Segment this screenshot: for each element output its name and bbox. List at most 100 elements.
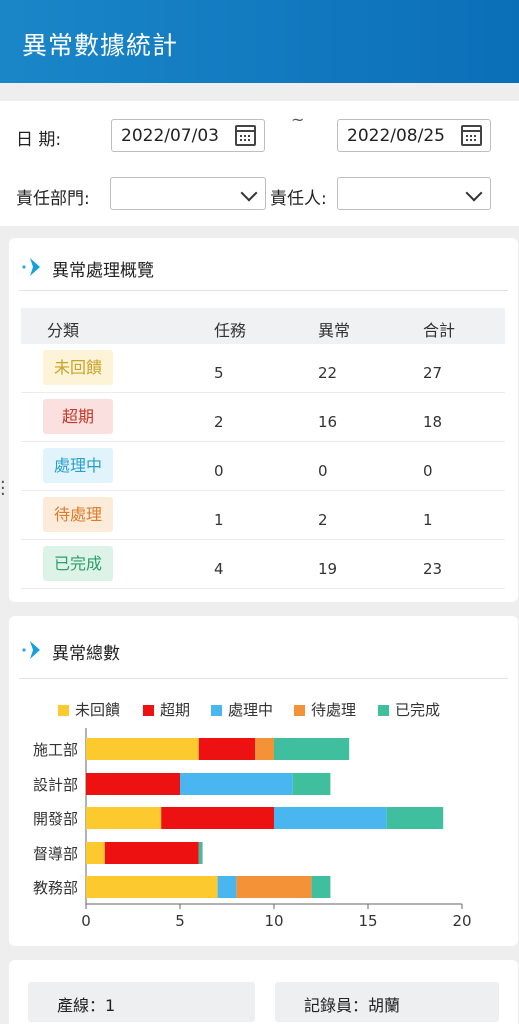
table-cell-total: 1 xyxy=(423,511,433,529)
legend-label: 處理中 xyxy=(228,701,274,719)
category-label: 施工部 xyxy=(33,741,78,759)
bar-segment xyxy=(255,738,274,760)
x-tick-label: 0 xyxy=(81,912,91,930)
x-tick-label: 10 xyxy=(264,912,283,930)
table-cell-task: 0 xyxy=(214,462,224,480)
recorder-field: 記錄員：胡蘭 xyxy=(275,982,499,1022)
table-cell-abnormal: 2 xyxy=(318,511,328,529)
table-cell-task: 4 xyxy=(214,560,224,578)
status-badge: 處理中 xyxy=(43,448,113,483)
date-from-value: 2022/07/03 xyxy=(121,126,219,146)
bar-segment xyxy=(86,773,180,795)
overview-title: 異常處理概覽 xyxy=(52,261,154,281)
bar-segment xyxy=(104,842,199,864)
legend-swatch xyxy=(294,705,305,716)
table-cell-task: 1 xyxy=(214,511,224,529)
arrow-right-icon xyxy=(22,258,40,276)
table-row[interactable]: 待處理 1 2 1 xyxy=(21,491,505,540)
date-label: 日 期: xyxy=(16,130,62,150)
bar-segment xyxy=(292,773,331,795)
table-cell-total: 27 xyxy=(423,364,443,382)
table-cell-total: 0 xyxy=(423,462,433,480)
stacked-bar-chart: 施工部設計部開發部督導部教務部0 5 10 15 20 xyxy=(33,728,472,930)
legend-swatch xyxy=(143,705,154,716)
legend-item[interactable]: 待處理 xyxy=(294,699,356,720)
legend-label: 超期 xyxy=(160,701,191,719)
arrow-right-icon xyxy=(22,641,40,659)
legend-swatch xyxy=(378,705,389,716)
category-label: 設計部 xyxy=(33,776,78,794)
app-header: 異常數據統計 xyxy=(0,0,519,83)
bar-segment xyxy=(86,738,199,760)
table-row[interactable]: 未回饋 5 22 27 xyxy=(21,344,505,393)
x-tick-label: 15 xyxy=(358,912,377,930)
date-from-field[interactable]: 2022/07/03 xyxy=(111,119,265,152)
divider xyxy=(19,290,508,291)
person-select[interactable] xyxy=(337,177,491,210)
bar-segment xyxy=(161,807,274,829)
legend-item[interactable]: 未回饋 xyxy=(58,699,120,720)
overview-card: 異常處理概覽 分類 任務 異常 合計 未回饋 5 22 27 超期 2 16 18 處理中 0 0 0… xyxy=(9,238,518,602)
column-header: 異常 xyxy=(318,321,351,340)
legend-swatch xyxy=(211,705,222,716)
table-header: 分類 任務 異常 合計 xyxy=(21,308,505,344)
category-label: 教務部 xyxy=(33,879,78,897)
divider xyxy=(19,678,508,679)
bar-segment xyxy=(311,876,331,898)
date-to-value: 2022/08/25 xyxy=(347,126,445,146)
bar-segment xyxy=(198,842,203,864)
x-tick-label: 20 xyxy=(452,912,471,930)
column-header: 合計 xyxy=(423,321,456,340)
column-header: 分類 xyxy=(47,321,80,340)
category-label: 督導部 xyxy=(33,845,78,863)
total-title: 異常總數 xyxy=(52,644,120,664)
table-cell-abnormal: 16 xyxy=(318,413,338,431)
calendar-icon[interactable] xyxy=(235,125,256,146)
dept-select[interactable] xyxy=(110,177,266,210)
calendar-icon[interactable] xyxy=(461,125,482,146)
column-header: 任務 xyxy=(214,321,247,340)
category-label: 開發部 xyxy=(33,810,78,828)
table-cell-abnormal: 0 xyxy=(318,462,328,480)
chevron-down-icon xyxy=(465,184,483,202)
table-cell-task: 2 xyxy=(214,413,224,431)
status-badge: 已完成 xyxy=(43,546,113,581)
legend-label: 已完成 xyxy=(395,701,441,719)
line-field: 產線：1 xyxy=(28,982,255,1022)
line-label: 產線：1 xyxy=(57,996,116,1015)
status-badge: 待處理 xyxy=(43,497,113,532)
table-cell-abnormal: 22 xyxy=(318,364,338,382)
date-separator: ~ xyxy=(291,110,305,129)
person-label: 責任人: xyxy=(270,189,327,209)
status-badge: 未回饋 xyxy=(43,350,113,385)
table-cell-abnormal: 19 xyxy=(318,560,338,578)
legend-label: 待處理 xyxy=(311,701,357,719)
bar-segment xyxy=(386,807,444,829)
table-cell-total: 18 xyxy=(423,413,443,431)
legend-item[interactable]: 處理中 xyxy=(211,699,273,720)
table-cell-task: 5 xyxy=(214,364,224,382)
table-row[interactable]: 超期 2 16 18 xyxy=(21,393,505,442)
more-icon[interactable]: · · · xyxy=(0,474,6,504)
table-row[interactable]: 處理中 0 0 0 xyxy=(21,442,505,491)
bar-segment xyxy=(274,738,350,760)
bar-segment xyxy=(180,773,293,795)
status-badge: 超期 xyxy=(43,399,113,434)
recorder-label: 記錄員：胡蘭 xyxy=(304,996,401,1015)
bar-segment xyxy=(86,807,162,829)
dept-label: 責任部門: xyxy=(16,189,90,209)
bar-segment xyxy=(236,876,312,898)
bar-segment xyxy=(217,876,237,898)
bar-segment xyxy=(86,876,218,898)
x-tick-label: 5 xyxy=(175,912,185,930)
legend-item[interactable]: 已完成 xyxy=(378,699,440,720)
table-row[interactable]: 已完成 4 19 23 xyxy=(21,540,505,589)
bar-segment xyxy=(86,842,105,864)
page-title: 異常數據統計 xyxy=(22,31,179,60)
table-cell-total: 23 xyxy=(423,560,443,578)
legend-item[interactable]: 超期 xyxy=(143,699,190,720)
date-to-field[interactable]: 2022/08/25 xyxy=(337,119,491,152)
bar-segment xyxy=(198,738,256,760)
legend-label: 未回饋 xyxy=(75,701,121,719)
chevron-down-icon xyxy=(240,184,258,202)
